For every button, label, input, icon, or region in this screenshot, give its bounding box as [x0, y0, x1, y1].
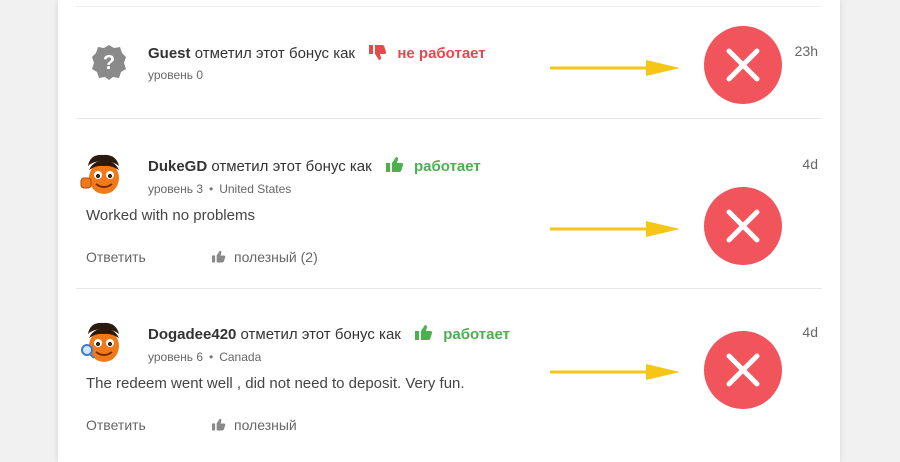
status-not-working: не работает	[397, 45, 486, 62]
review-time: 4d	[802, 156, 818, 172]
review-footer: Ответить полезный	[86, 417, 297, 433]
username[interactable]: Dogadee420	[148, 326, 236, 343]
user-avatar[interactable]	[80, 152, 126, 198]
svg-text:?: ?	[103, 52, 115, 74]
user-level: уровень 3	[148, 182, 204, 196]
review-time: 4d	[802, 324, 818, 340]
review-time: 23h	[794, 43, 818, 59]
reply-button[interactable]: Ответить	[86, 249, 146, 265]
review-divider	[76, 288, 822, 289]
action-text: отметил этот бонус как	[194, 45, 355, 62]
user-level: уровень 0	[148, 68, 204, 82]
action-text: отметил этот бонус как	[240, 326, 401, 343]
thumbs-up-icon	[415, 324, 433, 348]
helpful-button[interactable]: полезный	[212, 417, 297, 433]
thumbs-down-icon	[369, 43, 387, 67]
separator-dot: •	[209, 182, 214, 196]
arrow-right-icon	[550, 221, 680, 237]
guest-avatar-icon: ?	[90, 43, 128, 81]
status-working: работает	[414, 158, 481, 175]
action-text: отметил этот бонус как	[211, 158, 372, 175]
close-icon	[704, 26, 782, 104]
status-working: работает	[443, 326, 510, 343]
reply-button[interactable]: Ответить	[86, 417, 146, 433]
review-divider	[76, 118, 822, 119]
review-meta: уровень 3 • United States	[148, 181, 291, 197]
user-country: Canada	[219, 350, 262, 364]
review-header: DukeGD отметил этот бонус как работает	[148, 156, 481, 180]
helpful-label: полезный	[234, 417, 297, 433]
close-icon	[704, 187, 782, 265]
separator-dot: •	[209, 350, 214, 364]
user-avatar[interactable]	[80, 320, 126, 366]
arrow-right-icon	[550, 60, 680, 76]
username[interactable]: Guest	[148, 45, 191, 62]
arrow-right-icon	[550, 364, 680, 380]
top-divider	[76, 6, 822, 7]
review-meta: уровень 0	[148, 67, 203, 83]
username[interactable]: DukeGD	[148, 158, 207, 175]
helpful-button[interactable]: полезный (2)	[212, 249, 318, 265]
review-header: Guest отметил этот бонус как не работает	[148, 43, 486, 67]
thumbs-up-icon	[212, 250, 226, 263]
review-header: Dogadee420 отметил этот бонус как работа…	[148, 324, 510, 348]
user-country: United States	[219, 182, 292, 196]
review-meta: уровень 6 • Canada	[148, 349, 261, 365]
review-comment: Worked with no problems	[86, 207, 255, 224]
user-level: уровень 6	[148, 350, 204, 364]
helpful-label: полезный (2)	[234, 249, 318, 265]
review-footer: Ответить полезный (2)	[86, 249, 318, 265]
thumbs-up-icon	[385, 156, 404, 180]
review-comment: The redeem went well , did not need to d…	[86, 375, 465, 392]
close-icon	[704, 331, 782, 409]
thumbs-up-icon	[212, 418, 226, 431]
